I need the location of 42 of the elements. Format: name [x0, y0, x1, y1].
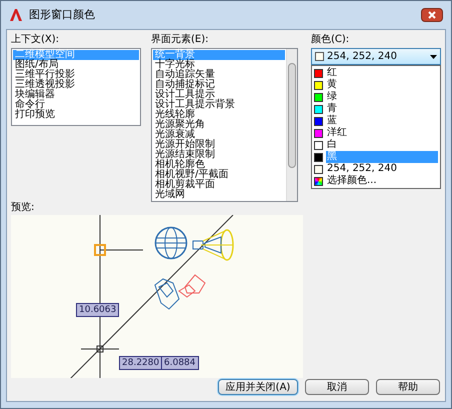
context-label: 上下文(X):: [11, 34, 60, 46]
color-label: 颜色(C):: [311, 34, 350, 46]
color-option[interactable]: 蓝: [326, 115, 438, 127]
dialog-button[interactable]: 应用并关闭(A): [218, 379, 298, 395]
color-option[interactable]: 黄: [326, 79, 438, 91]
color-option[interactable]: 绿: [326, 91, 438, 103]
list-item[interactable]: 十字光标: [153, 60, 285, 70]
list-item[interactable]: 光源聚光角: [153, 120, 285, 130]
list-item[interactable]: 相机剪裁平面: [153, 180, 285, 190]
list-item[interactable]: 设计工具提示: [153, 90, 285, 100]
dialog-button[interactable]: 取消: [305, 379, 369, 395]
dimension-label: 6.0884: [161, 356, 198, 370]
list-item[interactable]: 图纸/布局: [13, 60, 139, 70]
list-item[interactable]: 光源衰减: [153, 130, 285, 140]
list-item[interactable]: 光域网: [153, 190, 285, 200]
list-item[interactable]: 相机轮廓色: [153, 160, 285, 170]
dimension-label: 10.6063: [76, 303, 120, 317]
color-option[interactable]: 洋红: [326, 127, 438, 139]
color-dropdown[interactable]: 254, 252, 240: [311, 48, 441, 65]
preview-label: 预览:: [11, 202, 36, 214]
list-item[interactable]: 命令行: [13, 100, 139, 110]
list-item[interactable]: 光线轮廓: [153, 110, 285, 120]
list-item[interactable]: 三维透视投影: [13, 80, 139, 90]
color-option[interactable]: 白: [326, 139, 438, 151]
list-item[interactable]: 打印预览: [13, 110, 139, 120]
list-item[interactable]: 自动捕捉标记: [153, 80, 285, 90]
list-item[interactable]: 设计工具提示背景: [153, 100, 285, 110]
color-options-list[interactable]: 红 黄 绿 青 蓝 洋红 白 黑 254, 252, 240 选择颜色...: [311, 65, 441, 189]
list-item[interactable]: 自动追踪矢量: [153, 70, 285, 80]
dialog-button[interactable]: 帮助: [376, 379, 440, 395]
dimension-label: 28.2280: [119, 356, 162, 370]
list-item[interactable]: 块编辑器: [13, 90, 139, 100]
color-option[interactable]: 选择颜色...: [326, 175, 438, 187]
color-option[interactable]: 青: [326, 103, 438, 115]
interface-element-label: 界面元素(E):: [151, 34, 210, 46]
list-item[interactable]: 光源开始限制: [153, 140, 285, 150]
window-title: 图形窗口颜色: [29, 6, 95, 23]
list-item[interactable]: 光源结束限制: [153, 150, 285, 160]
color-option[interactable]: 254, 252, 240: [326, 163, 438, 175]
list-item[interactable]: 三维平行投影: [13, 70, 139, 80]
list-item[interactable]: 相机视野/平截面: [153, 170, 285, 180]
color-option[interactable]: 红: [326, 67, 438, 79]
